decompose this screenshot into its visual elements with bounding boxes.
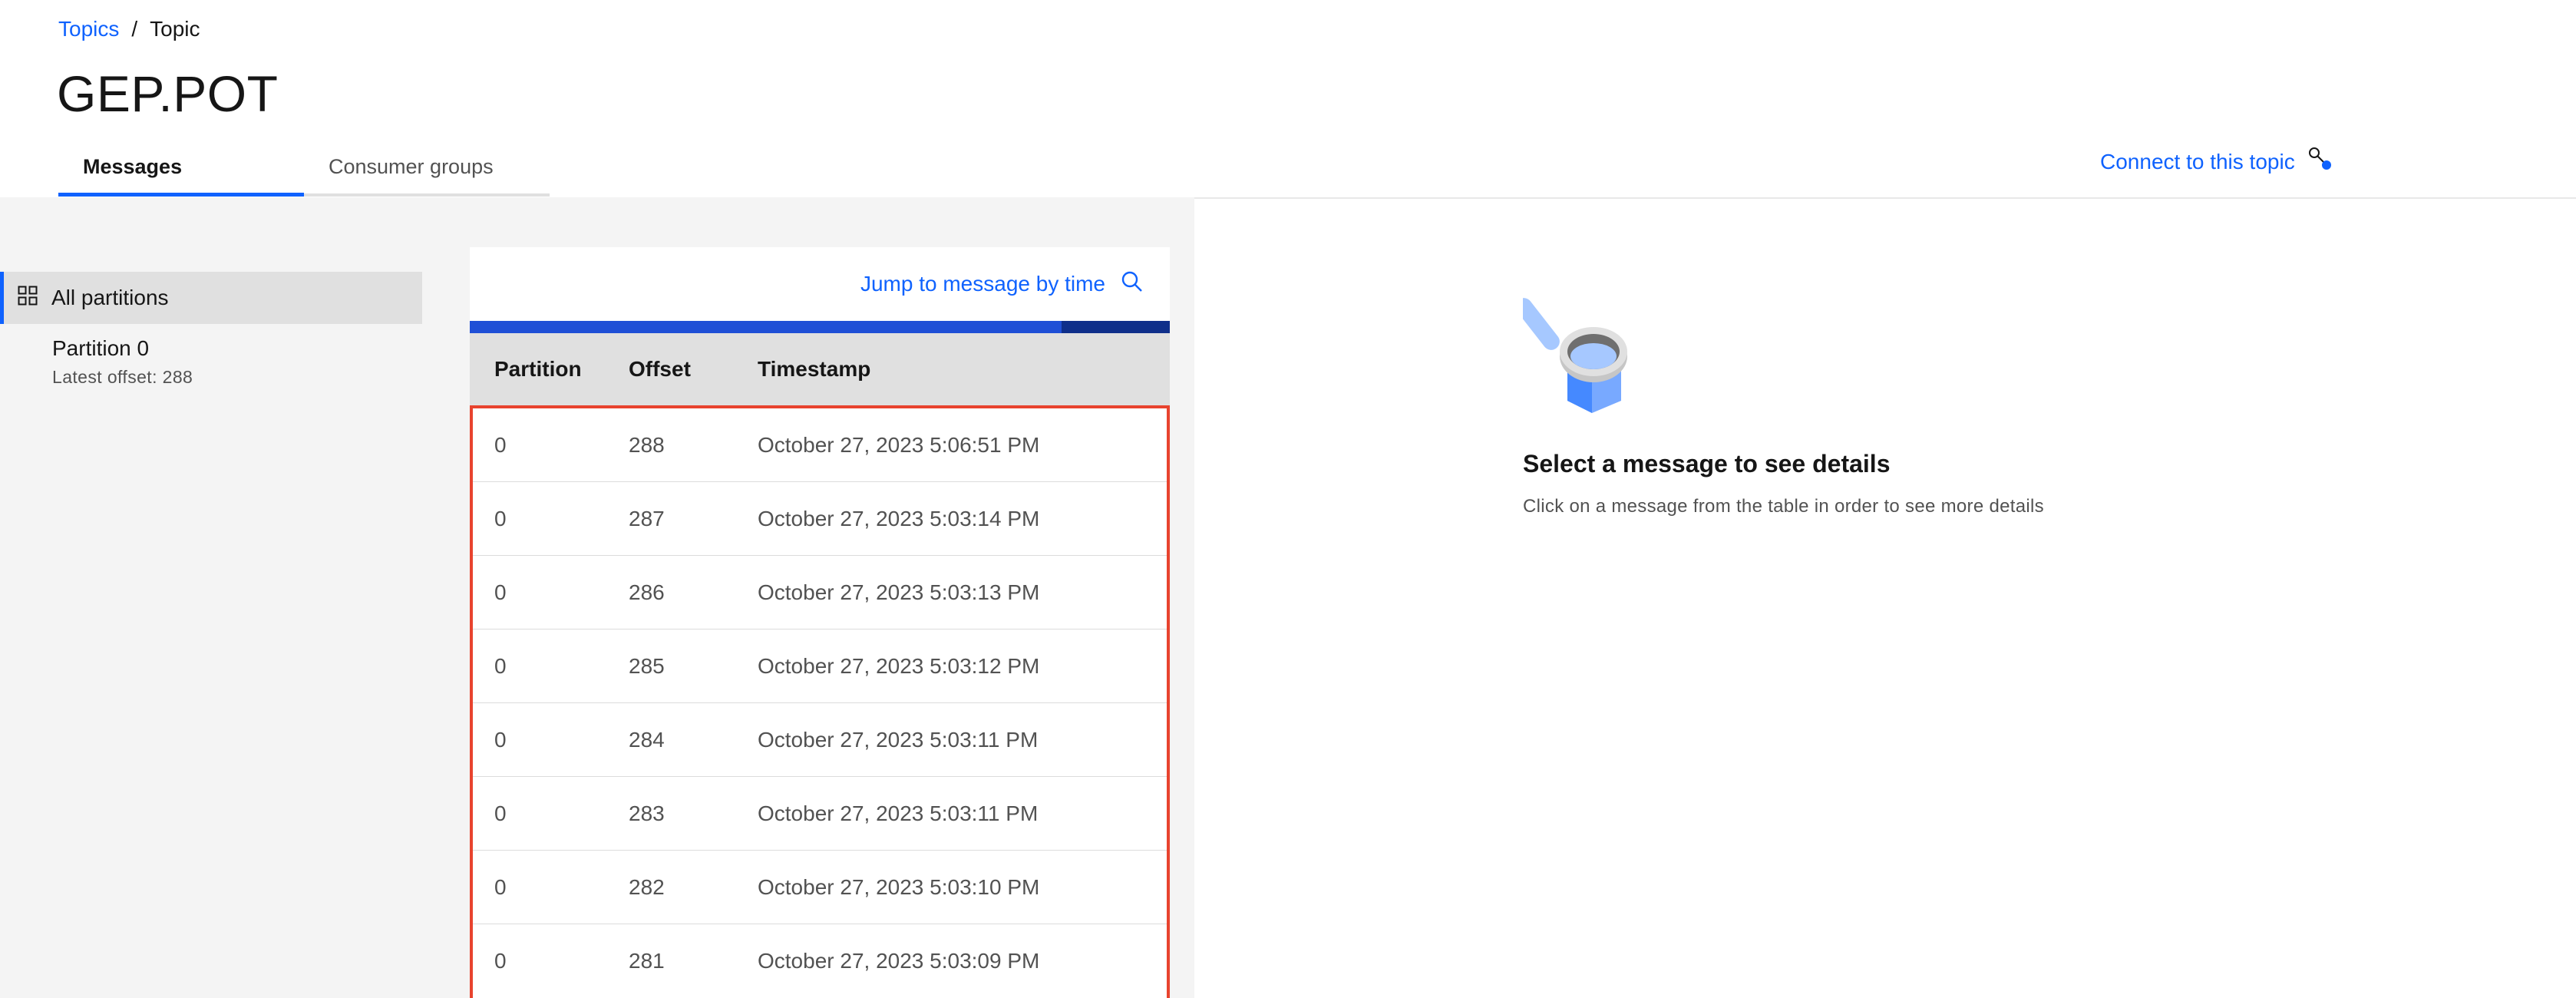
connect-link-label: Connect to this topic <box>2100 149 2295 173</box>
empty-state-title: Select a message to see details <box>1523 450 1891 478</box>
cell-partition: 0 <box>494 653 507 678</box>
table-row[interactable]: 0 284 October 27, 2023 5:03:11 PM <box>473 703 1167 777</box>
breadcrumb-link-topics[interactable]: Topics <box>58 17 119 41</box>
table-toolbar: Jump to message by time <box>470 247 1170 321</box>
cell-timestamp: October 27, 2023 5:03:12 PM <box>758 653 1040 678</box>
cell-offset: 281 <box>629 949 665 973</box>
sidebar-item-partition-0[interactable]: Partition 0 Latest offset: 288 <box>52 336 193 388</box>
cell-offset: 288 <box>629 432 665 457</box>
table-header: Partition Offset Timestamp <box>470 333 1170 405</box>
table-row[interactable]: 0 286 October 27, 2023 5:03:13 PM <box>473 556 1167 630</box>
cell-partition: 0 <box>494 580 507 604</box>
sidebar-item-label: Partition 0 <box>52 336 150 360</box>
column-header-timestamp: Timestamp <box>758 357 871 381</box>
cell-offset: 286 <box>629 580 665 604</box>
jump-to-message-button[interactable]: Jump to message by time <box>860 270 1144 299</box>
loading-progress-bar <box>470 321 1170 333</box>
partition-latest-offset: Latest offset: 288 <box>52 367 193 387</box>
cell-partition: 0 <box>494 874 507 899</box>
connect-to-topic-link[interactable]: Connect to this topic <box>2100 146 2333 177</box>
cell-offset: 287 <box>629 506 665 530</box>
magnifier-illustration-icon <box>1515 286 1646 435</box>
table-row[interactable]: 0 285 October 27, 2023 5:03:12 PM <box>473 630 1167 703</box>
tab-messages[interactable]: Messages <box>58 150 304 197</box>
table-row[interactable]: 0 288 October 27, 2023 5:06:51 PM <box>473 408 1167 482</box>
cell-timestamp: October 27, 2023 5:03:14 PM <box>758 506 1040 530</box>
tab-consumer-groups[interactable]: Consumer groups <box>304 150 550 197</box>
cell-offset: 285 <box>629 653 665 678</box>
cell-partition: 0 <box>494 949 507 973</box>
progress-fill <box>470 321 1062 333</box>
messages-table: Jump to message by time Partition Offset… <box>470 247 1170 998</box>
cell-offset: 282 <box>629 874 665 899</box>
empty-state-description: Click on a message from the table in ord… <box>1523 496 2044 517</box>
search-icon <box>1121 270 1144 299</box>
table-row[interactable]: 0 287 October 27, 2023 5:03:14 PM <box>473 482 1167 556</box>
breadcrumb-current: Topic <box>150 17 200 41</box>
cell-offset: 284 <box>629 727 665 752</box>
column-header-offset: Offset <box>629 357 691 381</box>
column-header-partition: Partition <box>494 357 582 381</box>
cell-partition: 0 <box>494 506 507 530</box>
cell-partition: 0 <box>494 727 507 752</box>
connect-icon <box>2307 146 2333 177</box>
table-row[interactable]: 0 282 October 27, 2023 5:03:10 PM <box>473 851 1167 924</box>
cell-offset: 283 <box>629 801 665 825</box>
breadcrumb-separator: / <box>131 17 138 41</box>
cell-timestamp: October 27, 2023 5:03:11 PM <box>758 727 1039 752</box>
cell-timestamp: October 27, 2023 5:06:51 PM <box>758 432 1040 457</box>
sidebar-item-all-partitions[interactable]: All partitions <box>0 272 422 324</box>
breadcrumb: Topics / Topic <box>58 17 200 41</box>
grid-icon <box>18 286 38 311</box>
sidebar-item-label: All partitions <box>51 286 169 309</box>
cell-timestamp: October 27, 2023 5:03:09 PM <box>758 949 1040 973</box>
cell-timestamp: October 27, 2023 5:03:11 PM <box>758 801 1039 825</box>
cell-timestamp: October 27, 2023 5:03:10 PM <box>758 874 1040 899</box>
table-row[interactable]: 0 281 October 27, 2023 5:03:09 PM <box>473 924 1167 998</box>
table-body: 0 288 October 27, 2023 5:06:51 PM 0 287 … <box>470 405 1170 998</box>
cell-partition: 0 <box>494 432 507 457</box>
table-row[interactable]: 0 283 October 27, 2023 5:03:11 PM <box>473 777 1167 851</box>
page-title: GEP.POT <box>57 65 279 122</box>
jump-label: Jump to message by time <box>860 272 1105 296</box>
tab-list: Messages Consumer groups <box>58 150 550 197</box>
cell-partition: 0 <box>494 801 507 825</box>
cell-timestamp: October 27, 2023 5:03:13 PM <box>758 580 1040 604</box>
